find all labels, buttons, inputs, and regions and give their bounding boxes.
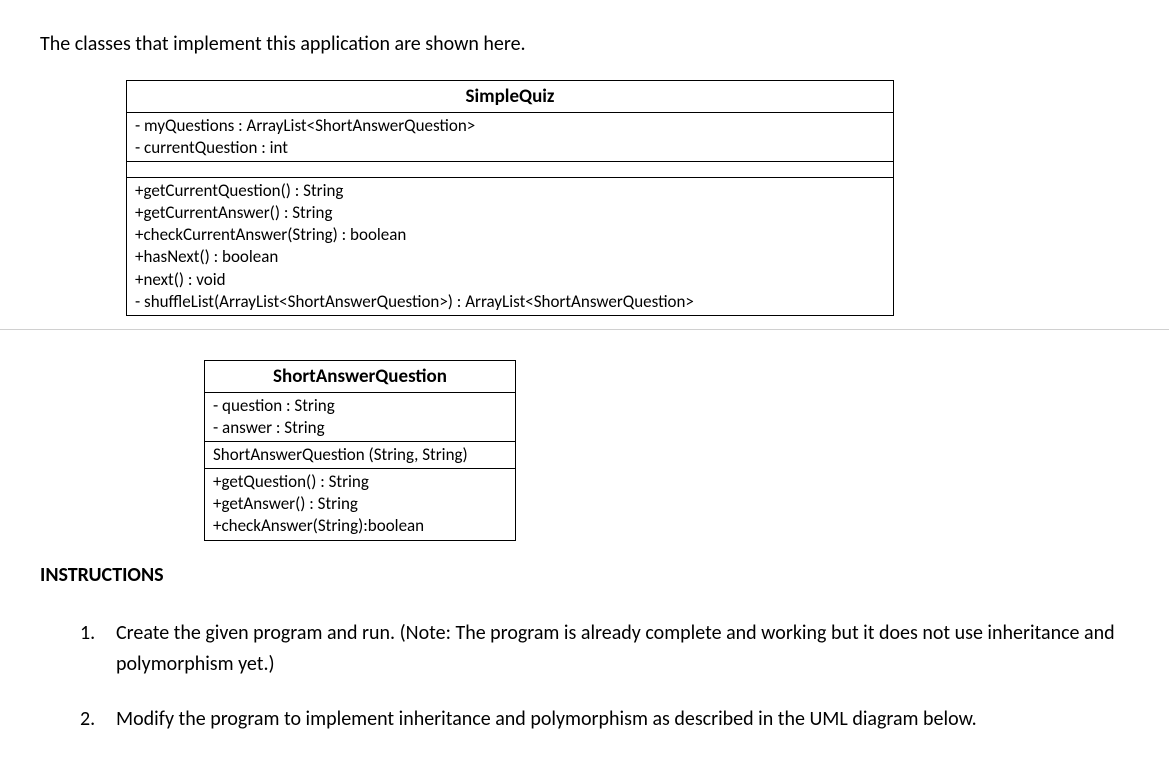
instruction-number: 2. xyxy=(80,704,116,735)
instruction-list: 1. Create the given program and run. (No… xyxy=(80,618,1140,759)
uml-method: +getCurrentQuestion() : String xyxy=(135,180,885,202)
uml-attribute: - currentQuestion : int xyxy=(135,137,885,159)
instructions-heading: INSTRUCTIONS xyxy=(40,563,164,587)
instruction-text: Modify the program to implement inherita… xyxy=(116,704,1140,735)
intro-paragraph: The classes that implement this applicat… xyxy=(40,32,526,56)
uml-methods: +getQuestion() : String +getAnswer() : S… xyxy=(205,469,515,539)
horizontal-separator xyxy=(0,329,1169,330)
uml-attributes: - question : String - answer : String xyxy=(205,393,515,442)
instruction-text: Create the given program and run. (Note:… xyxy=(116,618,1140,680)
uml-method: +getQuestion() : String xyxy=(213,471,507,493)
uml-empty-section xyxy=(127,162,893,178)
uml-method: +getAnswer() : String xyxy=(213,493,507,515)
uml-method: +getCurrentAnswer() : String xyxy=(135,202,885,224)
uml-class-simplequiz: SimpleQuiz - myQuestions : ArrayList<Sho… xyxy=(126,80,894,316)
uml-method: +checkCurrentAnswer(String) : boolean xyxy=(135,224,885,246)
instruction-item: 1. Create the given program and run. (No… xyxy=(80,618,1140,680)
instruction-item: 2. Modify the program to implement inher… xyxy=(80,704,1140,735)
uml-method: +hasNext() : boolean xyxy=(135,246,885,268)
uml-method: +next() : void xyxy=(135,269,885,291)
uml-title: ShortAnswerQuestion xyxy=(205,361,515,393)
uml-attributes: - myQuestions : ArrayList<ShortAnswerQue… xyxy=(127,113,893,162)
uml-method: +checkAnswer(String):boolean xyxy=(213,515,507,537)
uml-attribute: - question : String xyxy=(213,395,507,417)
uml-constructor: ShortAnswerQuestion (String, String) xyxy=(213,444,507,466)
instruction-number: 1. xyxy=(80,618,116,680)
uml-constructor-section: ShortAnswerQuestion (String, String) xyxy=(205,442,515,469)
uml-attribute: - myQuestions : ArrayList<ShortAnswerQue… xyxy=(135,115,885,137)
uml-attribute: - answer : String xyxy=(213,417,507,439)
uml-class-shortanswerquestion: ShortAnswerQuestion - question : String … xyxy=(204,360,516,541)
uml-method: - shuffleList(ArrayList<ShortAnswerQuest… xyxy=(135,291,885,313)
uml-title: SimpleQuiz xyxy=(127,81,893,113)
uml-methods: +getCurrentQuestion() : String +getCurre… xyxy=(127,178,893,315)
